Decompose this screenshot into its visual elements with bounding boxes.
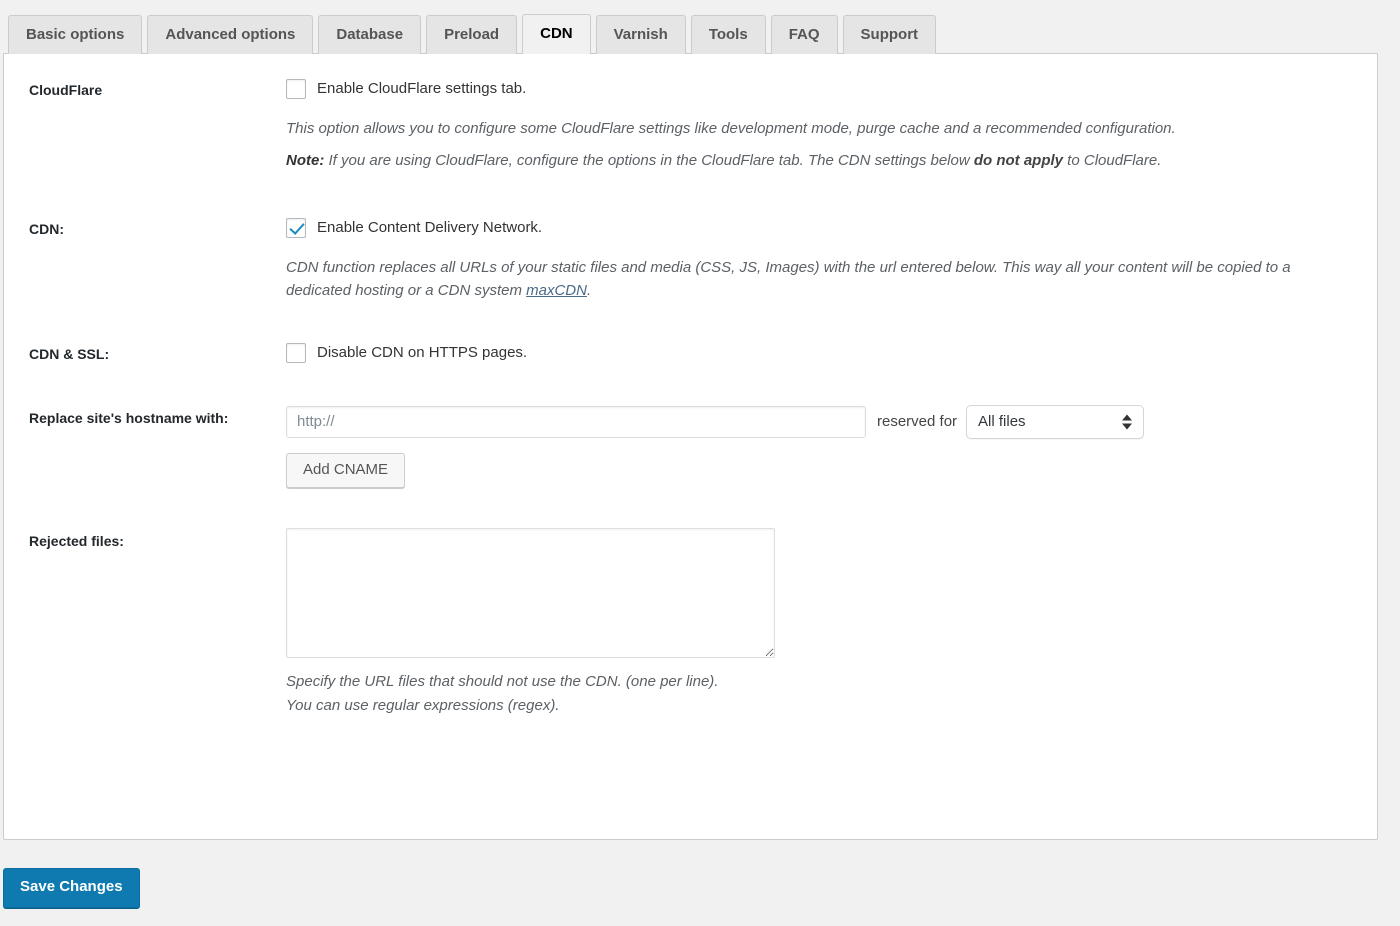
label-rejected-files: Rejected files: <box>29 533 124 550</box>
tab-basic-options[interactable]: Basic options <box>8 15 143 54</box>
tab-varnish[interactable]: Varnish <box>595 15 686 54</box>
cdn-description-text-1: CDN function replaces all URLs of your s… <box>286 258 1291 299</box>
cdn-settings-panel: CloudFlare Enable CloudFlare settings ta… <box>3 53 1378 840</box>
cell-cdn-ssl: Disable CDN on HTTPS pages. <box>286 322 1377 386</box>
label-cdn: CDN: <box>29 220 64 237</box>
cloudflare-enable-field[interactable]: Enable CloudFlare settings tab. <box>286 79 1367 99</box>
row-cdn-ssl: CDN & SSL: Disable CDN on HTTPS pages. <box>4 322 1377 386</box>
cell-hostname: reserved for All files Add CNAME <box>286 386 1377 509</box>
cdn-settings-form: CloudFlare Enable CloudFlare settings ta… <box>4 54 1377 751</box>
reserved-for-select[interactable]: All files <box>966 404 1145 439</box>
tab-support[interactable]: Support <box>842 15 937 54</box>
tab-advanced-options[interactable]: Advanced options <box>147 15 314 54</box>
cell-rejected-files: Specify the URL files that should not us… <box>286 508 1377 751</box>
tab-tools[interactable]: Tools <box>690 15 766 54</box>
cdn-enable-field[interactable]: Enable Content Delivery Network. <box>286 217 1367 238</box>
tab-database[interactable]: Database <box>318 15 422 54</box>
label-hostname: Replace site's hostname with: <box>29 409 229 426</box>
rejected-files-description-line-2: You can use regular expressions (regex). <box>286 696 560 714</box>
cdn-enable-checkbox[interactable] <box>286 217 306 238</box>
label-cloudflare: CloudFlare <box>29 82 103 98</box>
rejected-files-description-line-1: Specify the URL files that should not us… <box>286 673 719 691</box>
tab-preload[interactable]: Preload <box>426 15 518 54</box>
cloudflare-description: This option allows you to configure some… <box>286 117 1341 173</box>
cdn-ssl-disable-checkbox[interactable] <box>286 343 306 363</box>
add-cname-button[interactable]: Add CNAME <box>286 452 406 489</box>
row-cloudflare: CloudFlare Enable CloudFlare settings ta… <box>4 54 1377 193</box>
tab-faq[interactable]: FAQ <box>770 15 838 54</box>
cloudflare-description-line-1: This option allows you to configure some… <box>286 120 1176 137</box>
row-cdn: CDN: Enable Content Delivery Network. CD… <box>4 193 1377 323</box>
cloudflare-note: Note: If you are using CloudFlare, confi… <box>286 149 1341 172</box>
cdn-ssl-disable-label[interactable]: Disable CDN on HTTPS pages. <box>317 344 527 362</box>
reserved-for-label: reserved for <box>877 413 958 431</box>
cloudflare-enable-label[interactable]: Enable CloudFlare settings tab. <box>317 80 526 98</box>
cloudflare-note-text-2: to CloudFlare. <box>1063 152 1162 170</box>
cdn-description: CDN function replaces all URLs of your s… <box>286 256 1341 303</box>
reserved-for-select-wrapper: All files <box>966 404 1145 439</box>
cloudflare-enable-checkbox[interactable] <box>286 79 306 99</box>
cell-cdn: Enable Content Delivery Network. CDN fun… <box>286 193 1377 323</box>
label-cdn-ssl: CDN & SSL: <box>29 346 110 362</box>
row-hostname: Replace site's hostname with: reserved f… <box>4 386 1377 509</box>
row-rejected-files: Rejected files: Specify the URL files th… <box>4 508 1377 751</box>
cloudflare-note-strong: do not apply <box>973 152 1064 170</box>
cell-cloudflare: Enable CloudFlare settings tab. This opt… <box>286 54 1377 193</box>
cloudflare-note-label: Note: <box>286 152 325 170</box>
cdn-enable-label[interactable]: Enable Content Delivery Network. <box>317 219 542 237</box>
cloudflare-note-text-1: If you are using CloudFlare, configure t… <box>324 152 974 170</box>
rejected-files-textarea[interactable] <box>286 528 775 659</box>
maxcdn-link[interactable]: maxCDN <box>526 282 587 299</box>
rejected-files-description: Specify the URL files that should not us… <box>286 670 1341 717</box>
cdn-description-text-2: . <box>586 281 592 299</box>
settings-tab-bar: Basic options Advanced options Database … <box>0 0 1400 54</box>
hostname-input-group: reserved for All files <box>286 404 1367 439</box>
save-changes-button[interactable]: Save Changes <box>3 868 140 908</box>
submit-area: Save Changes <box>0 840 1400 908</box>
hostname-input[interactable] <box>286 405 866 438</box>
tab-cdn[interactable]: CDN <box>522 14 591 54</box>
cdn-ssl-disable-field[interactable]: Disable CDN on HTTPS pages. <box>286 343 1367 363</box>
